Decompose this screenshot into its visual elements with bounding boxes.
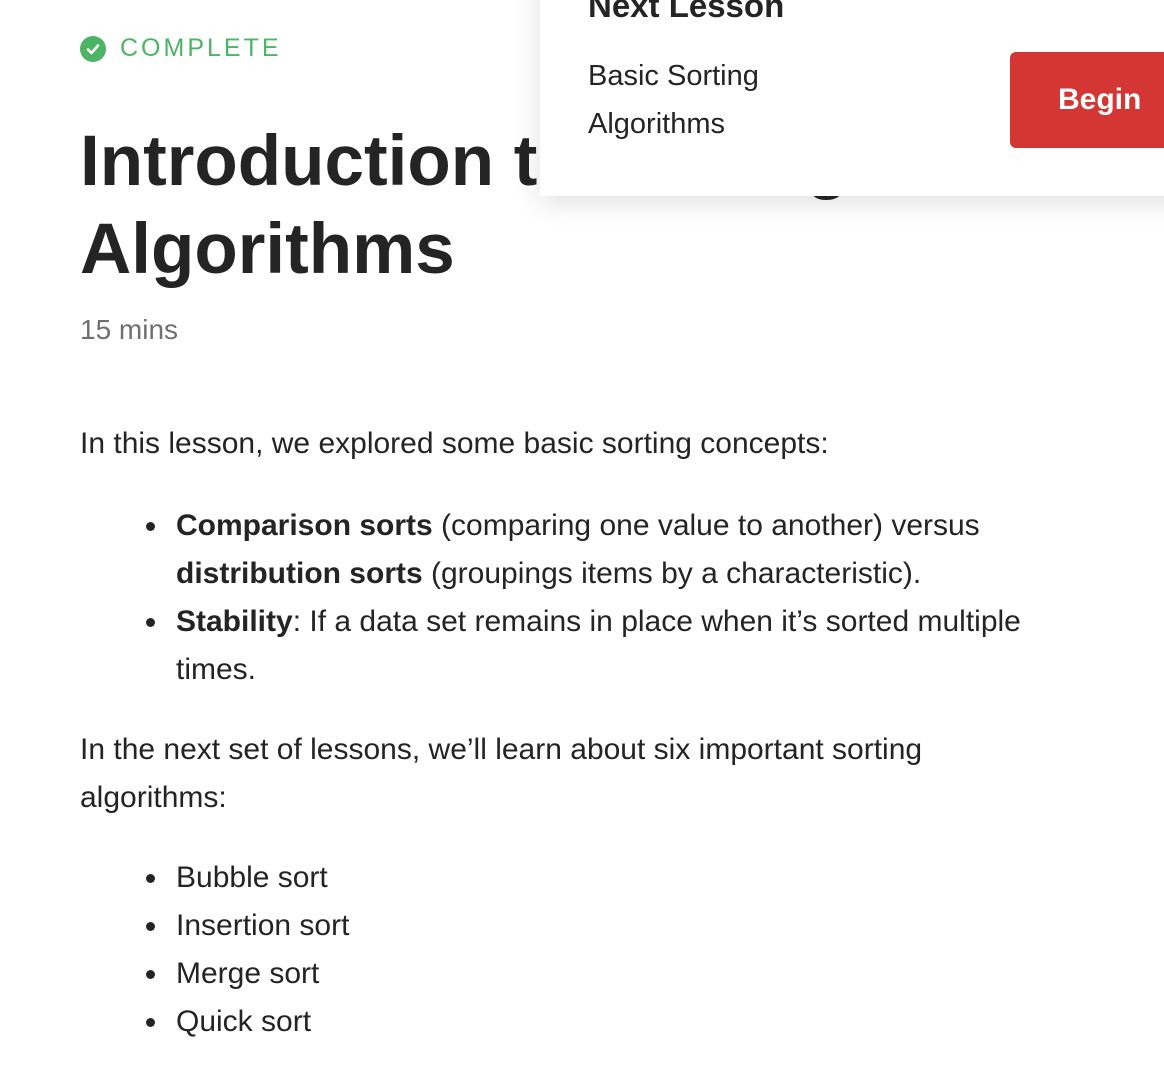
item-text: (groupings items by a characteristic).	[422, 557, 922, 590]
lesson-duration: 15 mins	[80, 314, 179, 345]
list-item: Insertion sort	[146, 902, 1040, 950]
begin-button[interactable]: Begin	[1010, 52, 1164, 148]
list-item: Comparison sorts (comparing one value to…	[146, 502, 1040, 598]
intro-paragraph: In this lesson, we explored some basic s…	[80, 427, 829, 460]
lesson-page: COMPLETE Introduction to Sorting Algorit…	[0, 0, 1164, 1080]
check-circle-icon	[80, 35, 106, 62]
list-item: Stability: If a data set remains in plac…	[146, 598, 1040, 694]
next-paragraph: In the next set of lessons, we’ll learn …	[80, 733, 923, 814]
item-text: : If a data set remains in place when it…	[176, 605, 1021, 686]
list-item: Quick sort	[146, 998, 1040, 1046]
list-item: Bubble sort	[146, 854, 1040, 902]
completion-status: COMPLETE	[80, 34, 282, 63]
status-label: COMPLETE	[120, 34, 282, 62]
term-distribution-sorts: distribution sorts	[176, 557, 423, 590]
term-comparison-sorts: Comparison sorts	[176, 509, 433, 542]
lesson-content: In this lesson, we explored some basic s…	[80, 420, 1040, 1046]
concepts-list: Comparison sorts (comparing one value to…	[80, 502, 1040, 694]
item-text: (comparing one value to another) versus	[432, 509, 980, 542]
next-lesson-name: Basic Sorting Algorithms	[588, 60, 759, 140]
next-lesson-card: Next Lesson Basic Sorting Algorithms Beg…	[540, 0, 1164, 196]
list-item: Merge sort	[146, 950, 1040, 998]
next-lesson-heading: Next Lesson	[588, 0, 785, 24]
algorithms-list: Bubble sort Insertion sort Merge sort Qu…	[80, 854, 1040, 1046]
term-stability: Stability	[176, 605, 293, 638]
